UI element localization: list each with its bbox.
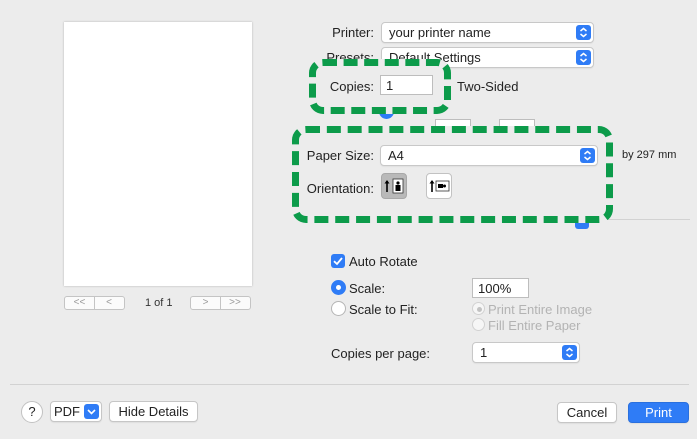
- two-sided-label: Two-Sided: [457, 79, 519, 94]
- pdf-menu-button[interactable]: PDF: [50, 401, 102, 422]
- chevron-down-icon: [84, 404, 99, 419]
- scale-to-fit-radio[interactable]: [331, 301, 346, 316]
- chevron-updown-icon: [562, 345, 577, 360]
- copies-label: Copies:: [329, 79, 374, 94]
- printer-label: Printer:: [332, 25, 374, 40]
- paper-size-value: A4: [388, 148, 404, 163]
- next-page-button[interactable]: >: [191, 297, 220, 309]
- preview-nav-back-group: << <: [64, 296, 125, 310]
- page-preview: [64, 22, 252, 286]
- paper-orientation-highlight: [292, 126, 613, 223]
- scale-label: Scale:: [349, 281, 386, 296]
- print-button[interactable]: Print: [628, 402, 689, 423]
- scale-field[interactable]: 100%: [472, 278, 529, 298]
- hide-details-button[interactable]: Hide Details: [109, 401, 198, 422]
- checkmark-icon: [333, 257, 343, 266]
- previous-page-button[interactable]: <: [94, 297, 123, 309]
- paper-dimensions-text: by 297 mm: [622, 149, 677, 161]
- fill-entire-paper-radio[interactable]: [472, 318, 485, 331]
- landscape-orientation-button[interactable]: [426, 173, 452, 199]
- printer-value: your printer name: [389, 25, 491, 40]
- cancel-button[interactable]: Cancel: [557, 402, 617, 423]
- auto-rotate-label: Auto Rotate: [349, 254, 418, 269]
- print-entire-image-label: Print Entire Image: [488, 302, 593, 317]
- chevron-updown-icon: [580, 148, 595, 163]
- orientation-label: Orientation:: [306, 181, 374, 196]
- help-button[interactable]: ?: [21, 401, 43, 423]
- landscape-icon: [429, 180, 450, 192]
- copies-value: 1: [386, 78, 394, 93]
- fill-entire-paper-label: Fill Entire Paper: [488, 318, 581, 333]
- copies-field[interactable]: 1: [380, 75, 433, 95]
- copies-per-page-value: 1: [480, 345, 488, 360]
- scale-radio[interactable]: [331, 280, 346, 295]
- first-page-button[interactable]: <<: [65, 297, 94, 309]
- last-page-button[interactable]: >>: [220, 297, 249, 309]
- scale-to-fit-label: Scale to Fit:: [349, 302, 418, 317]
- hidden-popup-arrow: [575, 223, 589, 229]
- pdf-label: PDF: [54, 404, 80, 419]
- print-entire-image-radio[interactable]: [472, 302, 485, 315]
- copies-per-page-popup[interactable]: 1: [472, 342, 580, 363]
- scale-value: 100%: [478, 281, 512, 296]
- chevron-updown-icon: [576, 50, 591, 65]
- chevron-updown-icon: [576, 25, 591, 40]
- auto-rotate-checkbox[interactable]: [331, 254, 345, 268]
- preview-nav-forward-group: > >>: [190, 296, 251, 310]
- footer-divider: [10, 384, 689, 385]
- page-indicator: 1 of 1: [145, 297, 173, 309]
- portrait-icon: [384, 178, 404, 194]
- copies-per-page-label: Copies per page:: [331, 346, 431, 361]
- portrait-orientation-button[interactable]: [381, 173, 407, 199]
- paper-size-label: Paper Size:: [306, 148, 374, 163]
- printer-popup[interactable]: your printer name: [381, 22, 594, 43]
- paper-size-popup[interactable]: A4: [380, 145, 598, 166]
